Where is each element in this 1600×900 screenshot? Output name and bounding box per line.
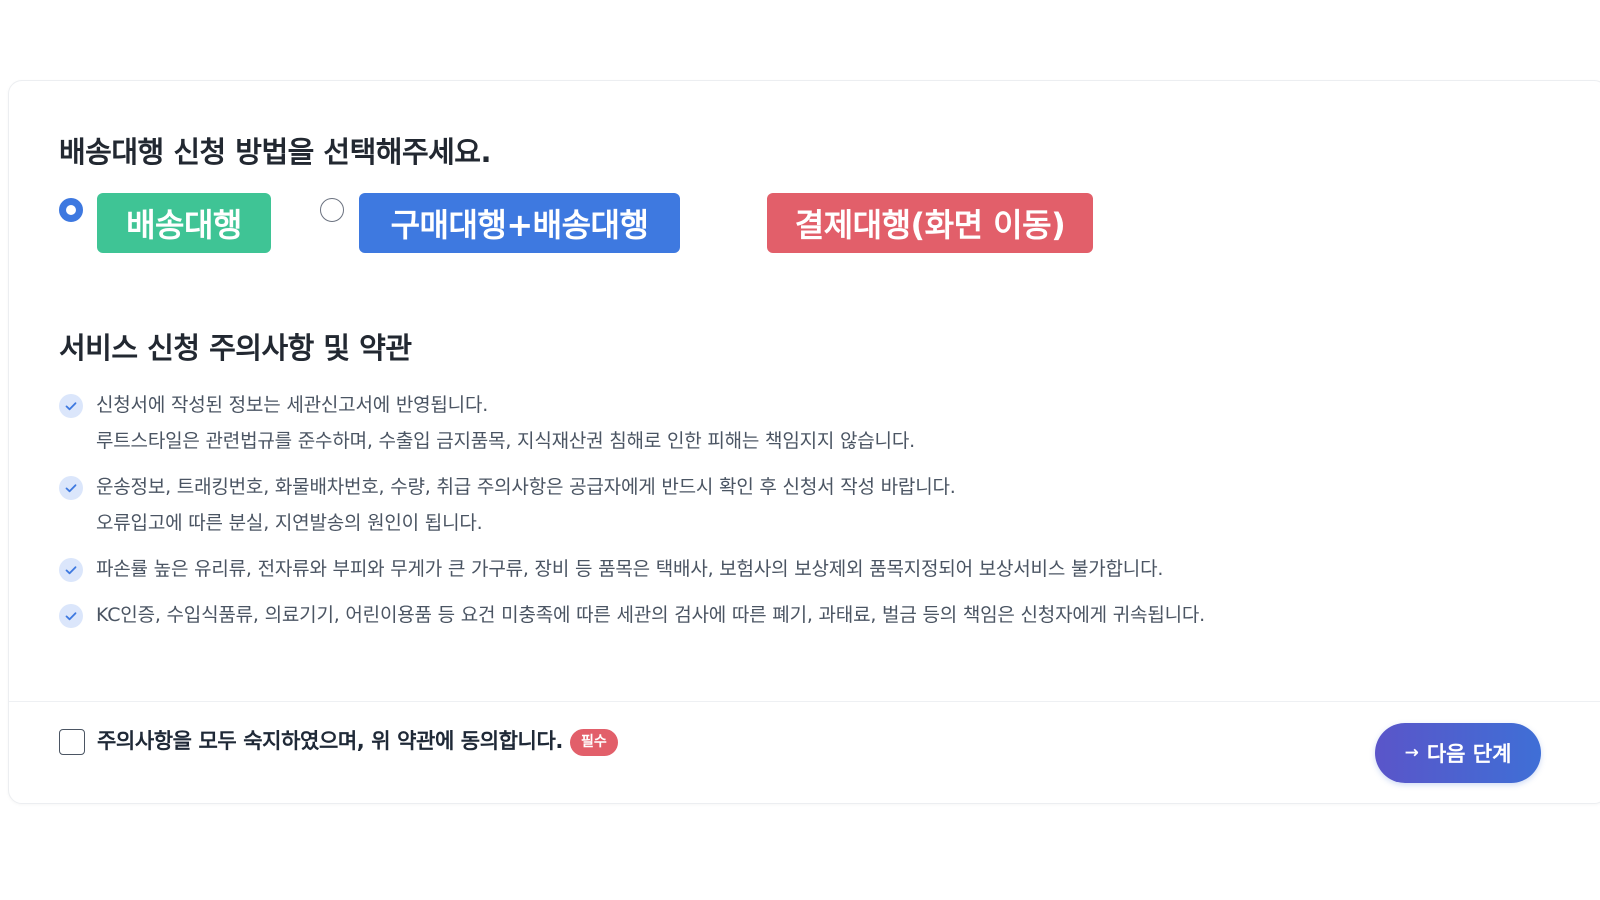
- notice-item: 파손률 높은 유리류, 전자류와 부피와 무게가 큰 가구류, 장비 등 품목은…: [59, 551, 1559, 587]
- notice-item: KC인증, 수입식품류, 의료기기, 어린이용품 등 요건 미충족에 따른 세관…: [59, 597, 1559, 633]
- next-step-label: 다음 단계: [1426, 742, 1512, 766]
- footer-divider: [9, 701, 1600, 702]
- notice-text: 운송정보, 트래킹번호, 화물배차번호, 수량, 취급 주의사항은 공급자에게 …: [96, 476, 956, 498]
- check-icon: [59, 394, 83, 418]
- application-card: 배송대행 신청 방법을 선택해주세요. 배송대행 구매대행+배송대행 결제대행(…: [8, 80, 1600, 804]
- agree-label[interactable]: 주의사항을 모두 숙지하였으며, 위 약관에 동의합니다.: [97, 725, 563, 755]
- notice-item: 신청서에 작성된 정보는 세관신고서에 반영됩니다. 루트스타일은 관련법규를 …: [59, 387, 1559, 459]
- required-badge: 필수: [570, 729, 618, 756]
- option-shipping-button[interactable]: 배송대행: [97, 193, 271, 253]
- check-icon: [59, 558, 83, 582]
- radio-purchase-shipping[interactable]: [320, 198, 344, 222]
- radio-shipping[interactable]: [59, 198, 83, 222]
- check-icon: [59, 476, 83, 500]
- method-section-title: 배송대행 신청 방법을 선택해주세요.: [59, 135, 492, 169]
- option-purchase-shipping-button[interactable]: 구매대행+배송대행: [359, 193, 680, 253]
- option-payment-button[interactable]: 결제대행(화면 이동): [767, 193, 1093, 253]
- check-icon: [59, 604, 83, 628]
- agree-checkbox[interactable]: [59, 729, 85, 755]
- notice-text: 루트스타일은 관련법규를 준수하며, 수출입 금지품목, 지식재산권 침해로 인…: [96, 430, 915, 452]
- notice-list: 신청서에 작성된 정보는 세관신고서에 반영됩니다. 루트스타일은 관련법규를 …: [59, 387, 1559, 643]
- next-step-button[interactable]: → 다음 단계: [1375, 723, 1541, 783]
- terms-section-title: 서비스 신청 주의사항 및 약관: [59, 331, 412, 365]
- notice-text: 신청서에 작성된 정보는 세관신고서에 반영됩니다.: [96, 394, 489, 416]
- notice-item: 운송정보, 트래킹번호, 화물배차번호, 수량, 취급 주의사항은 공급자에게 …: [59, 469, 1559, 541]
- notice-text: 파손률 높은 유리류, 전자류와 부피와 무게가 큰 가구류, 장비 등 품목은…: [96, 558, 1164, 580]
- notice-text: KC인증, 수입식품류, 의료기기, 어린이용품 등 요건 미충족에 따른 세관…: [96, 604, 1205, 626]
- arrow-right-icon: →: [1404, 742, 1419, 763]
- notice-text: 오류입고에 따른 분실, 지연발송의 원인이 됩니다.: [96, 512, 483, 534]
